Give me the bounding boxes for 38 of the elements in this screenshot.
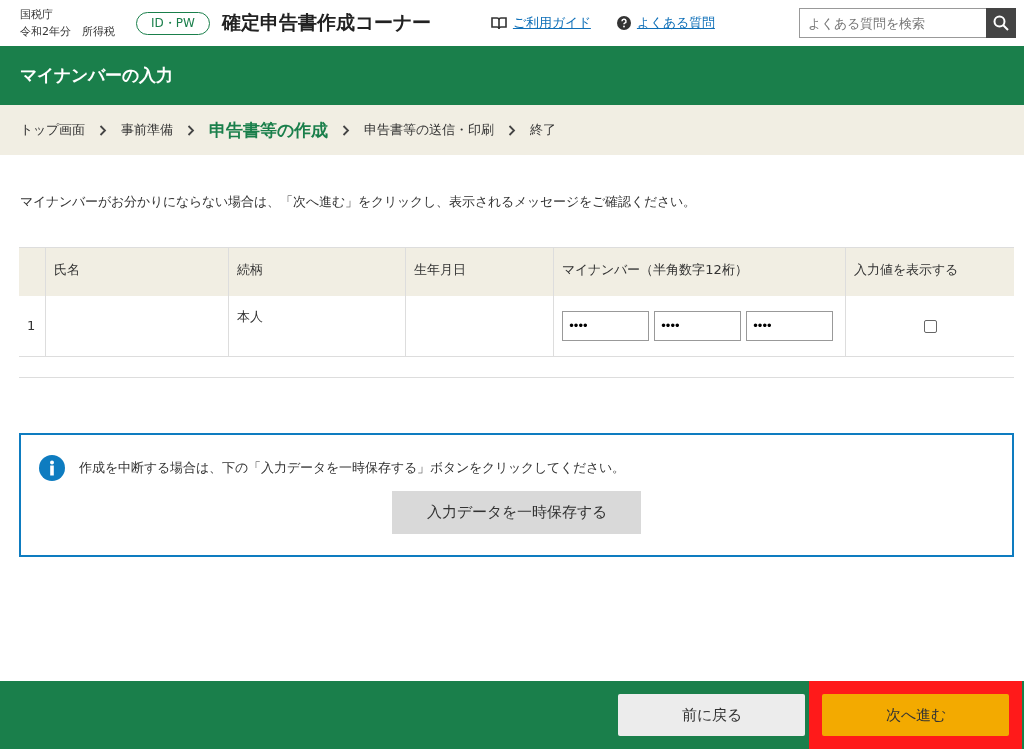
site-title: 確定申告書作成コーナー bbox=[221, 10, 431, 35]
column-header: 入力値を表示する bbox=[845, 247, 1014, 296]
table-header bbox=[19, 247, 46, 296]
nav-button[interactable]: 次へ進む bbox=[822, 694, 1009, 736]
column-header: 氏名 bbox=[45, 247, 229, 296]
column-header: 続柄 bbox=[228, 247, 406, 296]
chevron-icon bbox=[99, 124, 107, 136]
save-draft-button[interactable]: 入力データを一時保存する bbox=[392, 490, 641, 534]
chevron-icon bbox=[342, 124, 350, 136]
book-icon bbox=[490, 16, 507, 30]
page-title: マイナンバーの入力 bbox=[20, 64, 173, 87]
nav-button[interactable]: 前に戻る bbox=[618, 694, 805, 736]
agency-name: 国税庁 bbox=[20, 7, 54, 23]
breadcrumb-step: トップ画面 bbox=[20, 121, 85, 139]
notice-text: マイナンバーがお分かりにならない場合は、「次へ進む」をクリックし、表示されるメッセージをご確認ください。 bbox=[20, 193, 697, 211]
header-link[interactable]: ご利用ガイド bbox=[512, 14, 591, 32]
chevron-icon bbox=[187, 124, 195, 136]
search-icon bbox=[993, 15, 1009, 31]
search-button[interactable] bbox=[986, 8, 1016, 38]
number-input-field[interactable]: •••• bbox=[654, 310, 742, 341]
breadcrumb-step: 申告書等の作成 bbox=[209, 118, 328, 142]
search-field[interactable]: よくある質問を検索 bbox=[799, 8, 986, 38]
info-message: 作成を中断する場合は、下の「入力データを一時保存する」ボタンをクリックしてください。 bbox=[79, 458, 625, 477]
breadcrumb-step: 事前準備 bbox=[121, 121, 173, 139]
header-link[interactable]: よくある質問 bbox=[636, 14, 715, 32]
breadcrumb-step: 終了 bbox=[530, 121, 556, 139]
chevron-icon bbox=[508, 124, 516, 136]
tax-year: 令和2年分 所得税 bbox=[20, 24, 116, 40]
info-icon bbox=[39, 454, 65, 481]
number-input-field[interactable]: •••• bbox=[562, 310, 650, 341]
number-input-field[interactable]: •••• bbox=[746, 310, 834, 341]
table-cell: 本人 bbox=[228, 295, 406, 356]
row-number: 1 bbox=[19, 295, 46, 356]
help-icon bbox=[616, 16, 631, 30]
show-value-checkbox[interactable] bbox=[923, 320, 937, 333]
breadcrumb-step: 申告書等の送信・印刷 bbox=[364, 121, 494, 139]
column-header: 生年月日 bbox=[405, 247, 554, 296]
column-header: マイナンバー（半角数字12桁） bbox=[553, 247, 846, 296]
